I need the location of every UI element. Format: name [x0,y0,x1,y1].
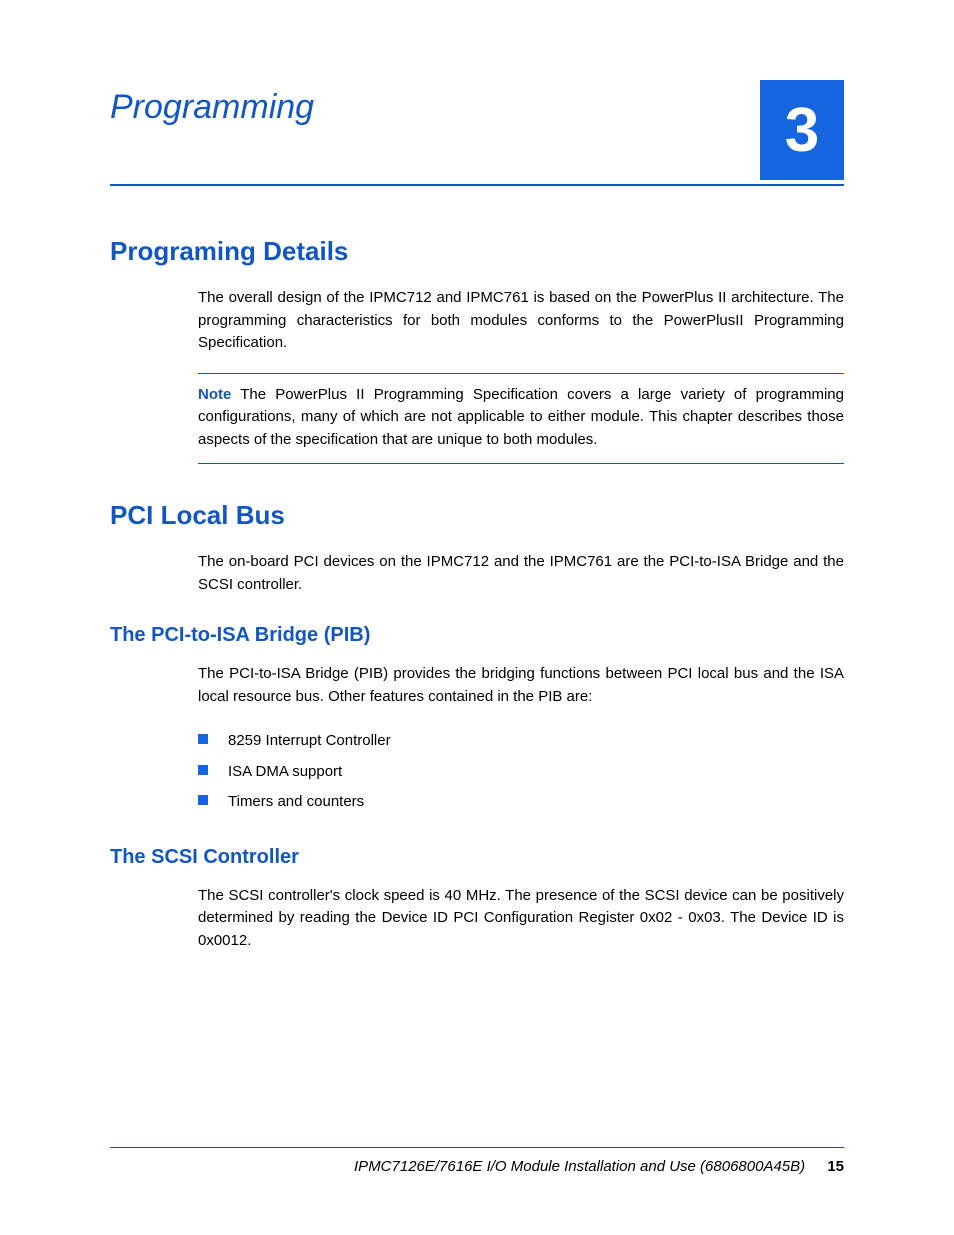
list-item: 8259 Interrupt Controller [198,726,844,757]
note-block: Note The PowerPlus II Programming Specif… [198,373,844,465]
footer-doc-title: IPMC7126E/7616E I/O Module Installation … [354,1158,805,1175]
body-paragraph: The PCI-to-ISA Bridge (PIB) provides the… [198,663,844,708]
page-footer: IPMC7126E/7616E I/O Module Installation … [110,1147,844,1175]
body-paragraph: The on-board PCI devices on the IPMC712 … [198,551,844,596]
body-paragraph: The SCSI controller's clock speed is 40 … [198,885,844,953]
header-rule [110,184,844,186]
body-paragraph: The overall design of the IPMC712 and IP… [198,287,844,355]
note-text: The PowerPlus II Programming Specificati… [198,386,844,448]
section-heading-pci-local-bus: PCI Local Bus [110,500,844,531]
subsection-heading-pib: The PCI-to-ISA Bridge (PIB) [110,624,844,647]
section-heading-programming-details: Programing Details [110,236,844,267]
page: Programming 3 Programing Details The ove… [0,0,954,1235]
chapter-header-row: Programming 3 [110,80,844,180]
chapter-title: Programming [110,80,314,127]
list-item: Timers and counters [198,787,844,818]
footer-page-number: 15 [827,1158,844,1175]
chapter-number-box: 3 [760,80,844,180]
bullet-list: 8259 Interrupt Controller ISA DMA suppor… [198,726,844,818]
list-item: ISA DMA support [198,757,844,788]
note-label: Note [198,386,231,403]
subsection-heading-scsi: The SCSI Controller [110,846,844,869]
